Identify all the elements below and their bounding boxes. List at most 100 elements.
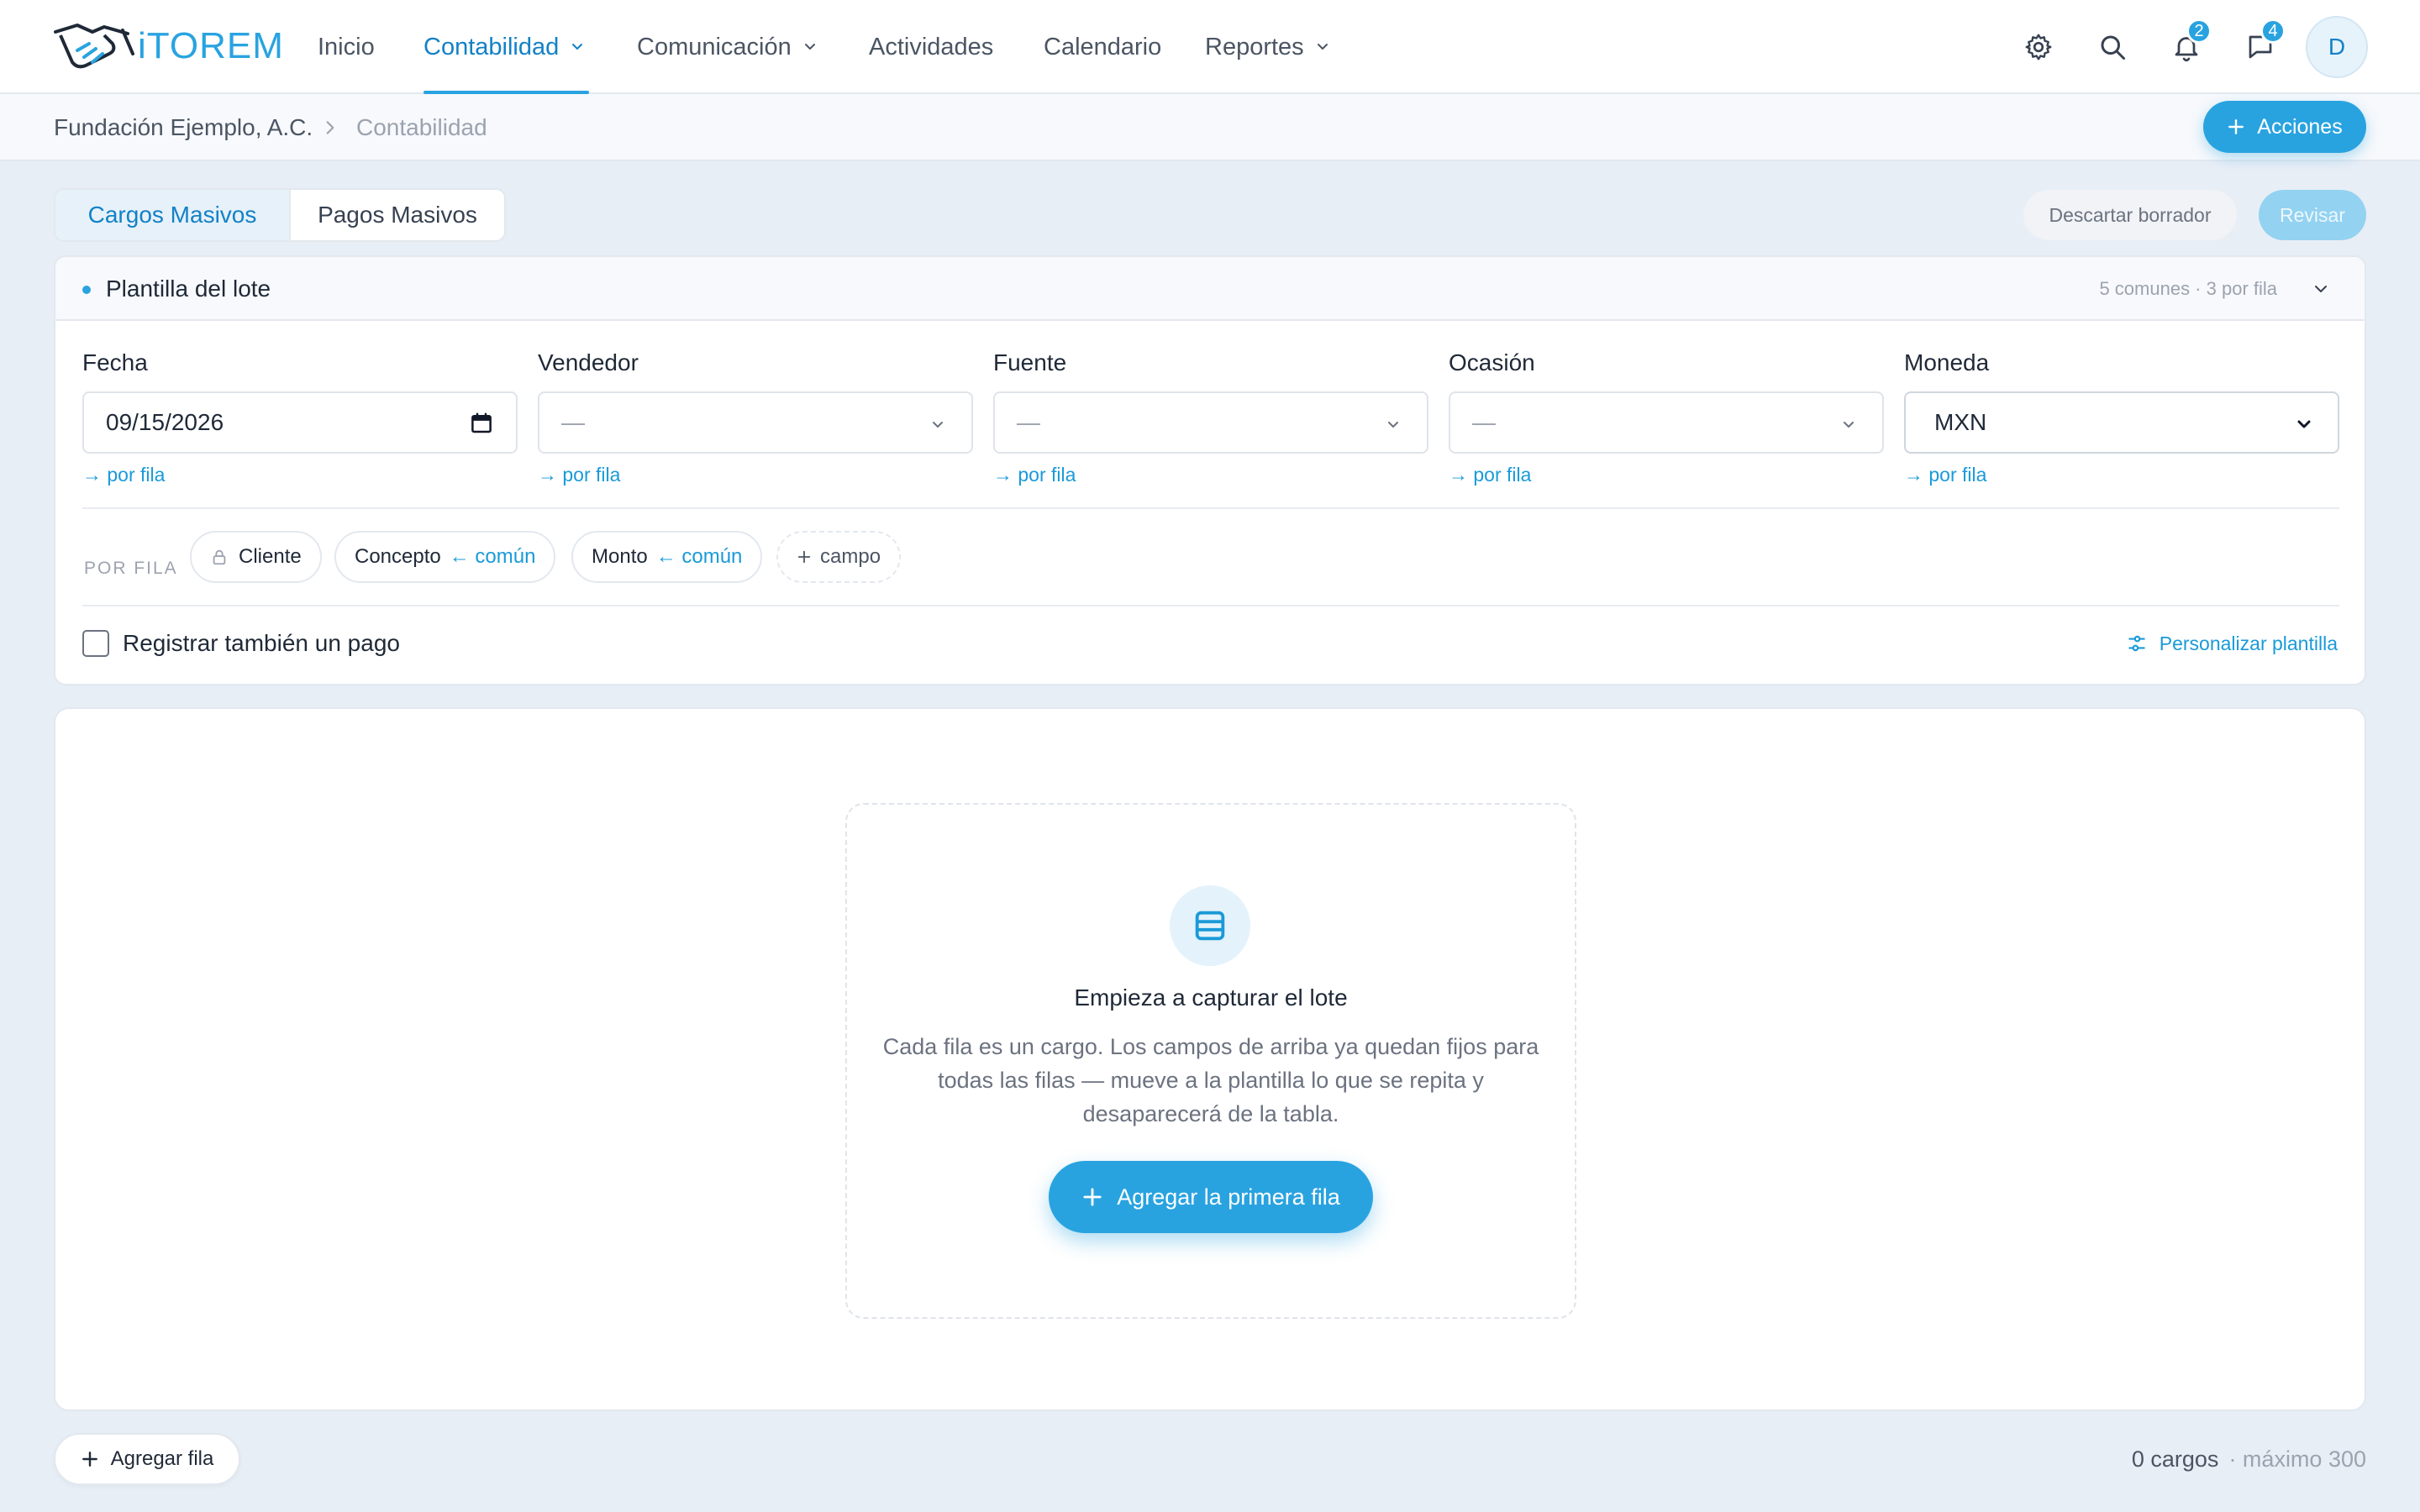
app-logo-text: iTOREM [138,25,284,66]
fecha-date-input[interactable]: 09/15/2026 [82,391,518,454]
charges-count: 0 cargos · máximo 300 [2132,1433,2366,1485]
chevron-down-icon [2297,420,2311,428]
plus-icon [797,550,811,564]
add-row-label: Agregar fila [110,1447,214,1470]
chip-monto-label: Monto [592,545,648,568]
chip-monto-move-common[interactable]: ← común [656,545,743,569]
add-field-label: campo [820,545,881,568]
nav-calendario[interactable]: Calendario [1044,0,1161,94]
add-first-row-button[interactable]: Agregar la primera fila [1049,1161,1373,1233]
vendedor-select[interactable]: — [538,391,973,454]
tab-cargos-masivos[interactable]: Cargos Masivos [55,190,291,240]
divider [82,507,2339,509]
chip-concepto-label: Concepto [355,545,441,568]
field-ocasion: Ocasión — → por fila [1449,348,1884,487]
nav-contabilidad[interactable]: Contabilidad [424,0,590,94]
moneda-value: MXN [1934,409,1987,435]
breadcrumb-org[interactable]: Fundación Ejemplo, A.C. [54,94,313,161]
charges-max: · máximo 300 [2228,1446,2366,1472]
breadcrumb-current: Contabilidad [356,114,487,140]
register-payment-checkbox[interactable] [82,630,109,657]
field-fuente-label: Fuente [993,349,1067,375]
moneda-select[interactable]: MXN [1904,391,2339,454]
nav-inicio-label: Inicio [318,33,375,60]
nav-reportes[interactable]: Reportes [1205,0,1331,94]
plus-icon [82,1452,97,1467]
plus-icon [1083,1188,1102,1206]
fuente-select[interactable]: — [993,391,1428,454]
nav-actividades[interactable]: Actividades [869,0,993,94]
field-vendedor: Vendedor — → por fila [538,348,973,487]
register-payment-option[interactable]: Registrar también un pago [82,625,400,662]
notifications-badge: 2 [2186,18,2212,44]
messages-button[interactable]: 4 [2237,18,2286,71]
template-title: Plantilla del lote [106,276,271,302]
moneda-per-row-link[interactable]: → por fila [1904,462,2339,487]
breadcrumb: Fundación Ejemplo, A.C. Contabilidad [0,94,2420,161]
nav-contabilidad-label: Contabilidad [424,33,560,60]
chevron-down-icon[interactable] [2311,279,2331,299]
vendedor-per-row-link[interactable]: → por fila [538,462,973,487]
chevron-down-icon [1844,422,1854,428]
field-ocasion-label: Ocasión [1449,349,1535,375]
field-moneda: Moneda MXN → por fila [1904,348,2339,487]
template-header[interactable]: Plantilla del lote 5 comunes · 3 por fil… [55,257,2365,321]
plus-icon [2228,119,2244,134]
sliders-icon [2128,635,2145,652]
discard-draft-button[interactable]: Descartar borrador [2023,190,2237,240]
fecha-value: 09/15/2026 [106,409,224,435]
add-first-row-label: Agregar la primera fila [1117,1184,1340,1210]
nav-reportes-label: Reportes [1205,33,1304,60]
field-fecha-label: Fecha [82,349,148,375]
chip-cliente-label: Cliente [239,545,302,568]
breadcrumb-separator [321,94,339,161]
batch-template-card: Plantilla del lote 5 comunes · 3 por fil… [54,255,2366,685]
chevron-down-icon [572,44,583,50]
add-row-button[interactable]: Agregar fila [54,1433,240,1485]
chip-concepto[interactable]: Concepto ← común [334,531,556,583]
customize-template-label: Personalizar plantilla [2159,632,2338,654]
ocasion-select[interactable]: — [1449,391,1884,454]
field-vendedor-label: Vendedor [538,349,639,375]
fuente-per-row-link[interactable]: → por fila [993,462,1428,487]
settings-button[interactable] [2015,24,2062,71]
status-dot [82,286,91,294]
chevron-down-icon [1317,44,1328,50]
calendar-icon[interactable] [469,411,494,436]
empty-state-icon-badge [1170,885,1250,966]
nav-actividades-label: Actividades [869,33,994,60]
template-meta: 5 comunes · 3 por fila [2099,278,2277,299]
search-icon [2101,35,2125,60]
app-logo[interactable]: iTOREM [52,17,284,76]
review-button[interactable]: Revisar [2259,190,2366,240]
divider [82,605,2339,606]
nav-comunicacion-label: Comunicación [637,33,792,60]
ocasion-per-row-link[interactable]: → por fila [1449,462,1884,487]
nav-calendario-label: Calendario [1044,33,1162,60]
lock-icon [213,549,226,565]
add-field-chip[interactable]: campo [776,531,902,583]
per-row-label: POR FILA [84,559,178,578]
fecha-per-row-link[interactable]: → por fila [82,462,518,487]
chip-monto[interactable]: Monto ← común [571,531,763,583]
notifications-button[interactable]: 2 [2163,18,2212,71]
vendedor-value: — [561,409,585,435]
chip-cliente[interactable]: Cliente [190,531,322,583]
chevron-down-icon [933,422,943,428]
actions-button-label: Acciones [2257,114,2343,139]
field-moneda-label: Moneda [1904,349,1990,375]
empty-state-description: Cada fila es un cargo. Los campos de arr… [882,1034,1539,1126]
top-navbar: iTOREM Inicio Contabilidad Comunicación … [0,0,2420,94]
chip-concepto-move-common[interactable]: ← común [450,545,536,569]
customize-template-link[interactable]: Personalizar plantilla [2126,625,2338,662]
handshake-icon [54,24,134,69]
actions-button[interactable]: Acciones [2203,101,2366,153]
nav-comunicacion[interactable]: Comunicación [637,0,818,94]
tab-pagos-masivos[interactable]: Pagos Masivos [291,190,504,240]
search-button[interactable] [2089,24,2136,71]
ocasion-value: — [1472,409,1496,435]
messages-badge: 4 [2260,18,2286,44]
chevron-down-icon [804,44,815,50]
user-avatar[interactable]: D [2306,16,2368,78]
nav-inicio[interactable]: Inicio [318,0,375,94]
